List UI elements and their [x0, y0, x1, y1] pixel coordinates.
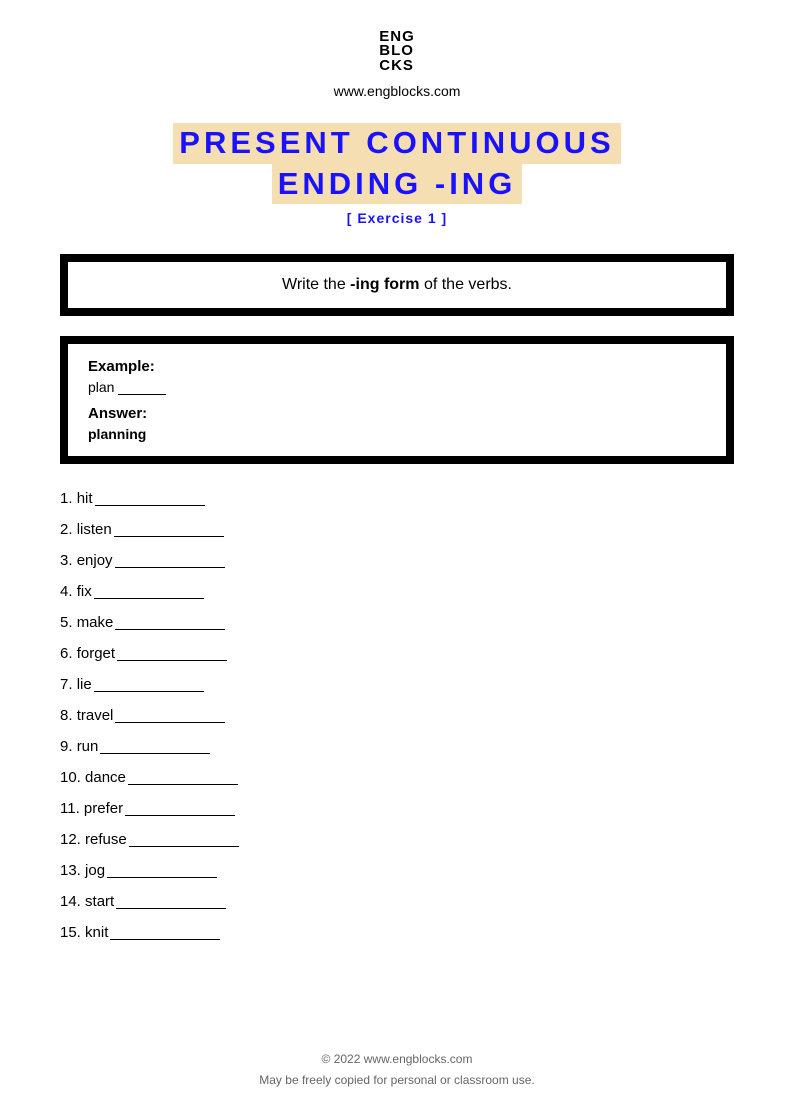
- list-item: 5. make: [60, 614, 734, 631]
- list-item: 9. run: [60, 738, 734, 755]
- list-item: 10. dance: [60, 769, 734, 786]
- list-item: 13. jog: [60, 862, 734, 879]
- item-verb: run: [77, 738, 99, 755]
- logo-line: CKS: [379, 59, 415, 73]
- item-verb: travel: [77, 707, 114, 724]
- item-number: 12.: [60, 831, 81, 848]
- item-number: 4.: [60, 583, 73, 600]
- logo: ENG BLO CKS: [379, 30, 415, 73]
- blank-line[interactable]: [107, 866, 217, 878]
- item-number: 9.: [60, 738, 73, 755]
- item-verb: knit: [85, 924, 108, 941]
- item-number: 10.: [60, 769, 81, 786]
- instruction-prefix: Write the: [282, 276, 350, 293]
- blank-line[interactable]: [115, 711, 225, 723]
- item-number: 2.: [60, 521, 73, 538]
- blank-line[interactable]: [125, 804, 235, 816]
- example-row: plan: [88, 379, 706, 395]
- list-item: 6. forget: [60, 645, 734, 662]
- item-verb: start: [85, 893, 114, 910]
- blank-line[interactable]: [128, 773, 238, 785]
- item-verb: jog: [85, 862, 105, 879]
- list-item: 14. start: [60, 893, 734, 910]
- list-item: 1. hit: [60, 490, 734, 507]
- item-verb: fix: [77, 583, 92, 600]
- item-number: 11.: [60, 800, 80, 817]
- footer: © 2022 www.engblocks.com May be freely c…: [0, 1049, 794, 1092]
- instruction-suffix: of the verbs.: [420, 276, 513, 293]
- site-url: www.engblocks.com: [60, 83, 734, 99]
- blank-line[interactable]: [117, 649, 227, 661]
- item-number: 3.: [60, 552, 73, 569]
- list-item: 3. enjoy: [60, 552, 734, 569]
- list-item: 8. travel: [60, 707, 734, 724]
- blank-line[interactable]: [129, 835, 239, 847]
- item-verb: lie: [77, 676, 92, 693]
- blank-line[interactable]: [115, 618, 225, 630]
- page-title-line2: ENDING -ING: [272, 164, 523, 205]
- title-block: PRESENT CONTINUOUS ENDING -ING [ Exercis…: [60, 123, 734, 227]
- blank-line[interactable]: [100, 742, 210, 754]
- list-item: 11. prefer: [60, 800, 734, 817]
- list-item: 15. knit: [60, 924, 734, 941]
- list-item: 12. refuse: [60, 831, 734, 848]
- blank-line: [118, 383, 166, 395]
- item-verb: enjoy: [77, 552, 113, 569]
- item-verb: hit: [77, 490, 93, 507]
- item-verb: forget: [77, 645, 115, 662]
- example-box: Example: plan Answer: planning: [60, 336, 734, 464]
- page-subtitle: [ Exercise 1 ]: [60, 210, 734, 226]
- item-number: 1.: [60, 490, 73, 507]
- list-item: 4. fix: [60, 583, 734, 600]
- item-number: 5.: [60, 614, 73, 631]
- list-item: 7. lie: [60, 676, 734, 693]
- item-number: 14.: [60, 893, 81, 910]
- item-number: 13.: [60, 862, 81, 879]
- item-number: 6.: [60, 645, 73, 662]
- header: ENG BLO CKS www.engblocks.com: [60, 30, 734, 99]
- list-item: 2. listen: [60, 521, 734, 538]
- item-verb: prefer: [84, 800, 123, 817]
- item-number: 8.: [60, 707, 73, 724]
- page-title-line1: PRESENT CONTINUOUS: [173, 123, 620, 164]
- item-verb: listen: [77, 521, 112, 538]
- blank-line[interactable]: [95, 494, 205, 506]
- item-number: 15.: [60, 924, 81, 941]
- instruction-box: Write the -ing form of the verbs.: [60, 254, 734, 316]
- blank-line[interactable]: [114, 525, 224, 537]
- blank-line[interactable]: [110, 928, 220, 940]
- item-verb: dance: [85, 769, 126, 786]
- item-verb: refuse: [85, 831, 127, 848]
- item-number: 7.: [60, 676, 73, 693]
- copyright-text: © 2022 www.engblocks.com: [0, 1049, 794, 1071]
- blank-line[interactable]: [115, 556, 225, 568]
- blank-line[interactable]: [116, 897, 226, 909]
- answer-label: Answer:: [88, 405, 706, 422]
- example-verb: plan: [88, 379, 114, 395]
- item-verb: make: [77, 614, 114, 631]
- exercise-list: 1. hit 2. listen 3. enjoy 4. fix 5. make…: [60, 490, 734, 941]
- blank-line[interactable]: [94, 680, 204, 692]
- example-answer: planning: [88, 426, 706, 442]
- example-label: Example:: [88, 358, 706, 375]
- license-text: May be freely copied for personal or cla…: [0, 1070, 794, 1092]
- blank-line[interactable]: [94, 587, 204, 599]
- instruction-bold: -ing form: [350, 276, 419, 293]
